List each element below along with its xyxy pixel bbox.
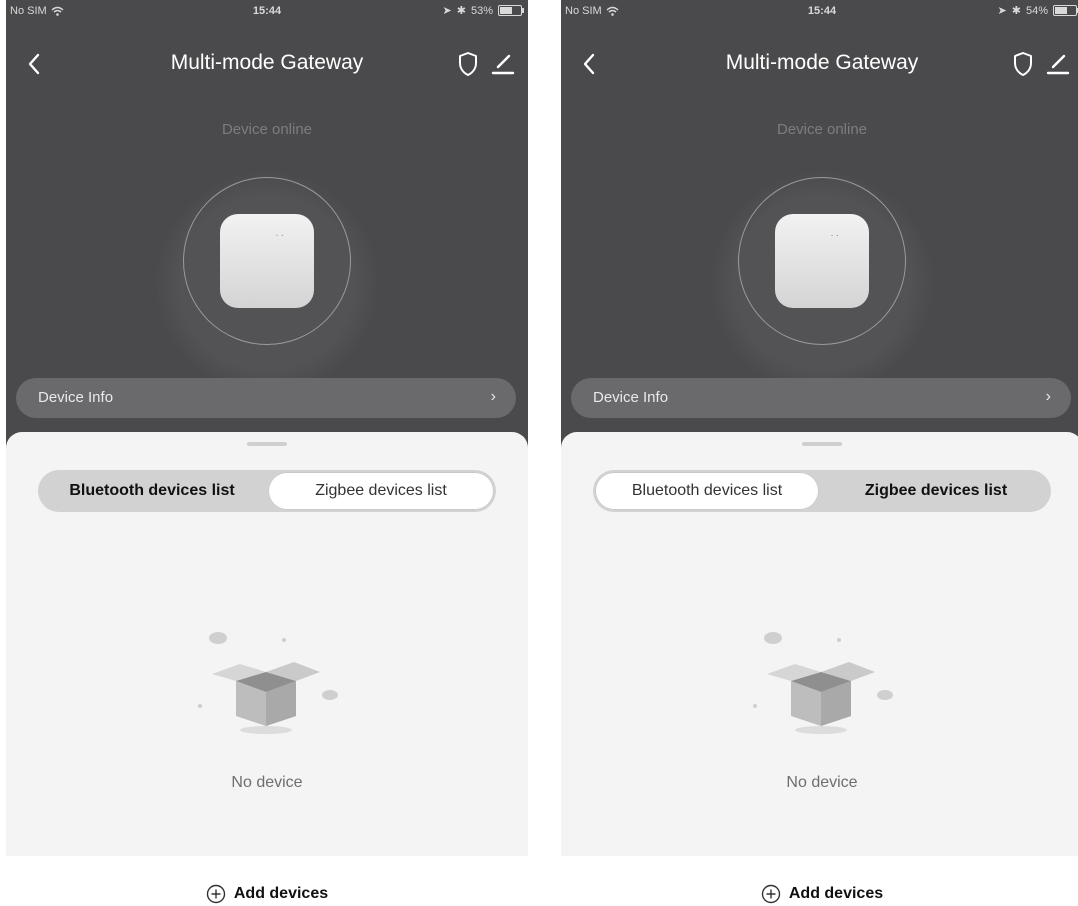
phone-screen-bluetooth: No SIM 15:44 ➤ ✱ 53% Multi-mode Gateway … [6, 0, 528, 906]
device-info-label: Device Info [593, 389, 669, 406]
empty-box-icon [198, 632, 338, 734]
empty-state-text: No device [231, 774, 303, 791]
tab-bluetooth-devices[interactable]: Bluetooth devices list [40, 472, 264, 510]
empty-box-icon [753, 632, 893, 734]
status-right: ➤ ✱ 53% [442, 4, 524, 17]
gateway-device-image: ·· [220, 214, 314, 308]
shield-icon[interactable] [1011, 50, 1035, 78]
device-list-segmented-control: Bluetooth devices list Zigbee devices li… [593, 470, 1051, 512]
gateway-device-image: ·· [775, 214, 869, 308]
phone-screen-zigbee: No SIM 15:44 ➤ ✱ 54% Multi-mode Gateway … [561, 0, 1078, 906]
empty-state-text: No device [786, 774, 858, 791]
battery-percent: 53% [470, 4, 493, 17]
location-arrow-icon: ➤ [997, 5, 1007, 17]
device-info-button[interactable]: Device Info › [571, 378, 1071, 418]
nav-bar: Multi-mode Gateway [6, 45, 528, 85]
bluetooth-icon: ✱ [1011, 5, 1021, 17]
add-devices-label: Add devices [788, 885, 884, 902]
battery-percent: 54% [1025, 4, 1048, 17]
add-devices-button[interactable]: Add devices [6, 884, 528, 904]
bluetooth-icon: ✱ [456, 5, 466, 17]
status-bar: No SIM 15:44 ➤ ✱ 53% [6, 0, 528, 22]
location-arrow-icon: ➤ [442, 5, 452, 17]
tab-zigbee-devices[interactable]: Zigbee devices list [268, 472, 494, 510]
device-list-segmented-control: Bluetooth devices list Zigbee devices li… [38, 470, 496, 512]
add-circle-icon [761, 884, 781, 904]
device-online-status: Device online [776, 121, 868, 138]
page-title: Multi-mode Gateway [170, 51, 364, 74]
header-area: No SIM 15:44 ➤ ✱ 53% Multi-mode Gateway … [6, 0, 528, 450]
edit-icon[interactable] [1045, 49, 1071, 77]
device-info-label: Device Info [38, 389, 114, 406]
battery-icon [1053, 5, 1078, 16]
device-online-status: Device online [221, 121, 313, 138]
nav-bar: Multi-mode Gateway [561, 45, 1078, 85]
edit-icon[interactable] [490, 49, 516, 77]
sheet-handle[interactable] [802, 442, 842, 446]
devices-sheet: Bluetooth devices list Zigbee devices li… [561, 432, 1078, 856]
device-info-button[interactable]: Device Info › [16, 378, 516, 418]
shield-icon[interactable] [456, 50, 480, 78]
status-bar: No SIM 15:44 ➤ ✱ 54% [561, 0, 1078, 22]
chevron-right-icon: › [490, 388, 496, 405]
status-right: ➤ ✱ 54% [997, 4, 1078, 17]
sheet-handle[interactable] [247, 442, 287, 446]
chevron-right-icon: › [1045, 388, 1051, 405]
tab-zigbee-devices[interactable]: Zigbee devices list [823, 472, 1049, 510]
add-circle-icon [206, 884, 226, 904]
page-title: Multi-mode Gateway [725, 51, 919, 74]
header-area: No SIM 15:44 ➤ ✱ 54% Multi-mode Gateway … [561, 0, 1078, 450]
add-devices-button[interactable]: Add devices [561, 884, 1078, 904]
battery-icon [498, 5, 524, 16]
add-devices-label: Add devices [233, 885, 329, 902]
devices-sheet: Bluetooth devices list Zigbee devices li… [6, 432, 528, 856]
tab-bluetooth-devices[interactable]: Bluetooth devices list [595, 472, 819, 510]
